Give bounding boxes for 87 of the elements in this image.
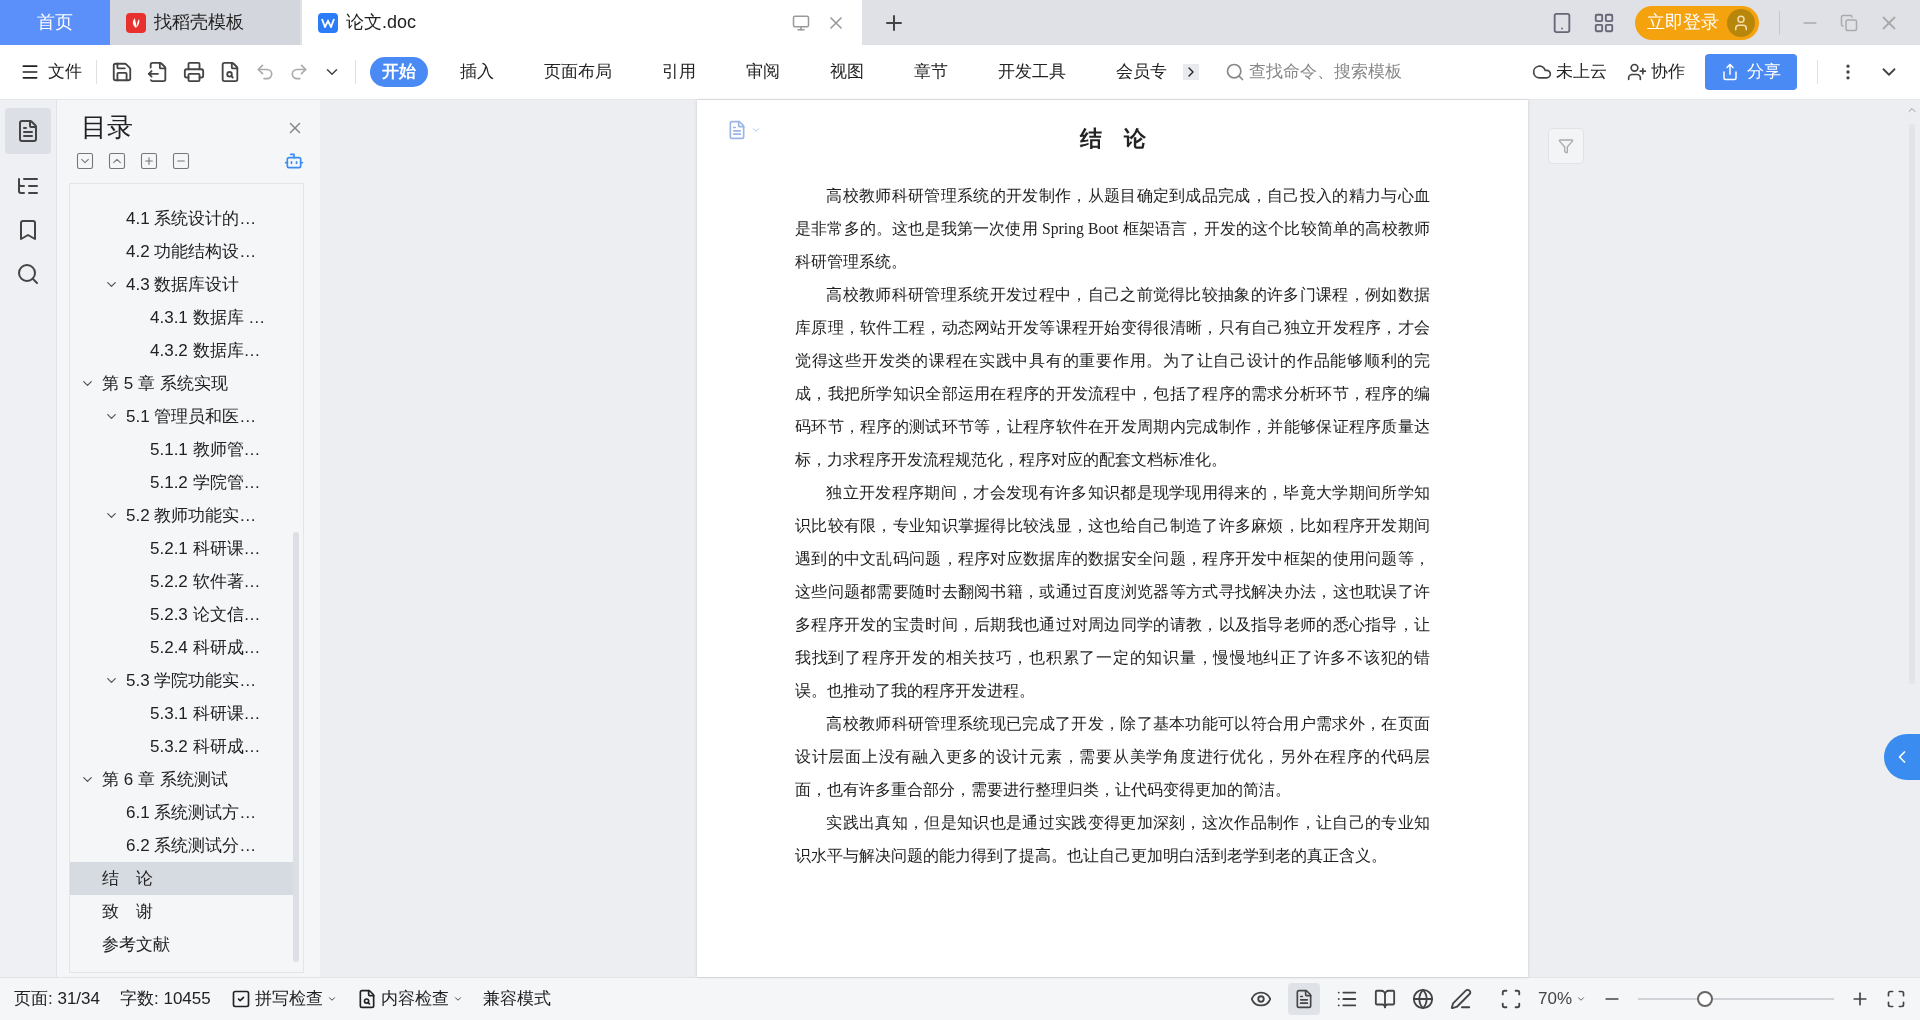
body-paragraph: 独立开发程序期间，才会发现有许多知识都是现学现用得来的，毕竟大学期间所学知识比较有限，专业知识掌握得比较浅显，这也给自己制造了许多麻烦，比如程序开发期间遇到的中文乱码问题，程序对应数据库的数据安全问题，程序开发中框架的使用问题等，这些问题都需要随时去翻阅书籍，或通过百度浏览器等方式寻找解决办法，这也耽误了许多程序开发的宝贵时间，后期我也通过对周边同学的请教，以及指导老师的悉心指导，让我找到了程序开发的相关技巧，也积累了一定的知识量，慢慢地纠正了许多不该犯的错误。也推动了我的程序开发进程。 <box>795 483 1430 701</box>
outline-item[interactable]: 5.1.2 学院管… <box>70 466 293 499</box>
body-paragraph: 高校教师科研管理系统现已完成了开发，除了基本功能可以符合用户需求外，在页面设计层面上没有融入更多的设计元素，需要从美学角度进行优化，另外在程序的代码层面，也有许多重合部分，需要进行整理归类，让代码变得更加的简洁。 <box>795 714 1430 800</box>
grid-icon[interactable] <box>1593 11 1615 34</box>
outline-item[interactable]: 结 论 <box>70 862 293 895</box>
cloud-button[interactable]: 未上云 <box>1532 59 1607 85</box>
zoom-slider-thumb[interactable] <box>1696 991 1713 1007</box>
outline-item[interactable]: 5.3 学院功能实… <box>70 664 293 697</box>
leaf-logo-icon <box>126 12 146 33</box>
search-field[interactable]: 查找命令、搜索模板 <box>1225 59 1402 85</box>
outline-item[interactable]: 6.2 系统测试分… <box>70 829 293 862</box>
save-icon[interactable] <box>111 61 133 83</box>
outline-item[interactable]: 5.2 教师功能实… <box>70 499 293 532</box>
outline-item[interactable]: 4.3.1 数据库 … <box>70 301 293 334</box>
ribbon-tab[interactable]: 引用 <box>650 57 708 87</box>
outline-item[interactable]: 5.1.1 教师管… <box>70 433 293 466</box>
ribbon-tab[interactable]: 审阅 <box>734 57 792 87</box>
word-count[interactable]: 字数: 10455 <box>120 986 211 1012</box>
expand-all-icon[interactable] <box>107 151 127 171</box>
body-paragraph: 实践出真知，但是知识也是通过实践变得更加深刻，这次作品制作，让自己的专业知识水平与解决问题的能力得到了提高。也让自己更加明白活到老学到老的真正含义。 <box>795 813 1430 866</box>
ribbon-tab[interactable]: 会员专 <box>1104 57 1179 87</box>
spell-check-button[interactable]: 拼写检查 <box>230 986 337 1012</box>
outline-item[interactable]: 致 谢 <box>70 895 293 928</box>
caret-icon <box>326 994 337 1004</box>
outline-item[interactable]: 5.2.4 科研成… <box>70 631 293 664</box>
add-user-icon <box>1627 62 1647 82</box>
outline-item[interactable]: 5.3.1 科研课… <box>70 697 293 730</box>
cloud-icon <box>1532 62 1552 82</box>
assistant-icon[interactable] <box>284 151 304 171</box>
web-view-icon[interactable] <box>1411 988 1434 1010</box>
outline-item[interactable]: 参考文献 <box>70 928 293 961</box>
body-paragraph: 高校教师科研管理系统的开发制作，从题目确定到成品完成，自己投入的精力与心血是非常多的。这也是我第一次使用 Spring Boot 框架语言，开发的这个比较简单的高校教师科研管理系统。 <box>795 186 1430 272</box>
search-icon <box>1225 62 1245 82</box>
ribbon-tab[interactable]: 视图 <box>818 57 876 87</box>
page-count[interactable]: 页面: 31/34 <box>14 986 100 1012</box>
side-panel-toggle[interactable] <box>1884 734 1920 780</box>
fit-page-icon[interactable] <box>1499 988 1522 1010</box>
content-check-button[interactable]: 内容检查 <box>356 986 463 1012</box>
file-menu[interactable]: 文件 <box>20 59 82 85</box>
outline-title: 目录 <box>81 111 133 144</box>
menu-icon <box>20 62 40 82</box>
writer-logo-icon <box>318 12 338 33</box>
ribbon-tab[interactable]: 插入 <box>448 57 506 87</box>
document-tab[interactable]: 论文.doc <box>302 0 862 45</box>
caret-icon <box>452 994 463 1004</box>
outline-item[interactable]: 4.1 系统设计的… <box>70 202 293 235</box>
outline-item[interactable]: 4.3.2 数据库… <box>70 334 293 367</box>
outline-item[interactable]: 5.2.1 科研课… <box>70 532 293 565</box>
compatibility-mode: 兼容模式 <box>482 988 551 1011</box>
document-tab[interactable]: 找稻壳模板 <box>110 0 300 45</box>
document-title: 结 论 <box>1078 125 1147 153</box>
zoom-level[interactable]: 70% <box>1537 986 1586 1012</box>
outline-item[interactable]: 5.3.2 科研成… <box>70 730 293 763</box>
outline-item[interactable]: 5.2.3 论文信… <box>70 598 293 631</box>
ribbon-tab[interactable]: 页面布局 <box>532 57 624 87</box>
outline-item[interactable]: 第 5 章 系统实现 <box>70 367 293 400</box>
filter-icon <box>1558 138 1574 154</box>
fullscreen-icon[interactable] <box>1886 989 1906 1009</box>
outline-item[interactable]: 4.2 功能结构设… <box>70 235 293 268</box>
remove-icon[interactable] <box>171 151 191 171</box>
ribbon-tab[interactable]: 开发工具 <box>986 57 1078 87</box>
add-icon[interactable] <box>139 151 159 171</box>
share-icon <box>1721 63 1739 81</box>
outline-item[interactable]: 第 6 章 系统测试 <box>70 763 293 796</box>
scroll-right-icon[interactable] <box>1183 64 1199 80</box>
avatar-icon <box>1727 8 1755 37</box>
scrollbar-thumb[interactable] <box>293 532 299 962</box>
print-icon[interactable] <box>183 61 205 83</box>
caret-icon <box>1576 994 1586 1004</box>
book-icon[interactable] <box>1373 988 1396 1010</box>
pen-icon[interactable] <box>1449 988 1472 1010</box>
collapse-all-icon[interactable] <box>75 151 95 171</box>
body-paragraph: 高校教师科研管理系统开发过程中，自己之前觉得比较抽象的许多门课程，例如数据库原理，软件工程，动态网站开发等课程开始变得很清晰，只有自己独立开发程序，才会觉得这些开发类的课程在实践中具有的重要作用。为了让自己设计的作品能够顺利的完成，我把所学知识全部运用在程序的开发流程中，包括了程序的需求分析环节，程序的编码环节，程序的测试环节等，让程序软件在开发周期内完成制作，并能够保证程序质量达标，力求程序开发流程规范化，程序对应的配套文档标准化。 <box>795 285 1430 470</box>
monitor-icon[interactable] <box>792 13 810 32</box>
outline-item[interactable]: 4.3 数据库设计 <box>70 268 293 301</box>
outline-item[interactable]: 5.1 管理员和医… <box>70 400 293 433</box>
page-view-icon[interactable] <box>1287 983 1320 1015</box>
outline-icon[interactable] <box>5 108 51 154</box>
outline-item[interactable]: 6.1 系统测试方… <box>70 796 293 829</box>
search-icon[interactable] <box>16 262 40 286</box>
preview-icon[interactable] <box>219 61 241 83</box>
collaborate-button[interactable]: 协作 <box>1627 59 1685 85</box>
export-icon[interactable] <box>147 61 169 83</box>
ribbon-tab[interactable]: 章节 <box>902 57 960 87</box>
tablet-icon[interactable] <box>1551 11 1573 34</box>
checkbox-icon <box>230 989 251 1009</box>
outline-item[interactable]: 5.2.2 软件著… <box>70 565 293 598</box>
